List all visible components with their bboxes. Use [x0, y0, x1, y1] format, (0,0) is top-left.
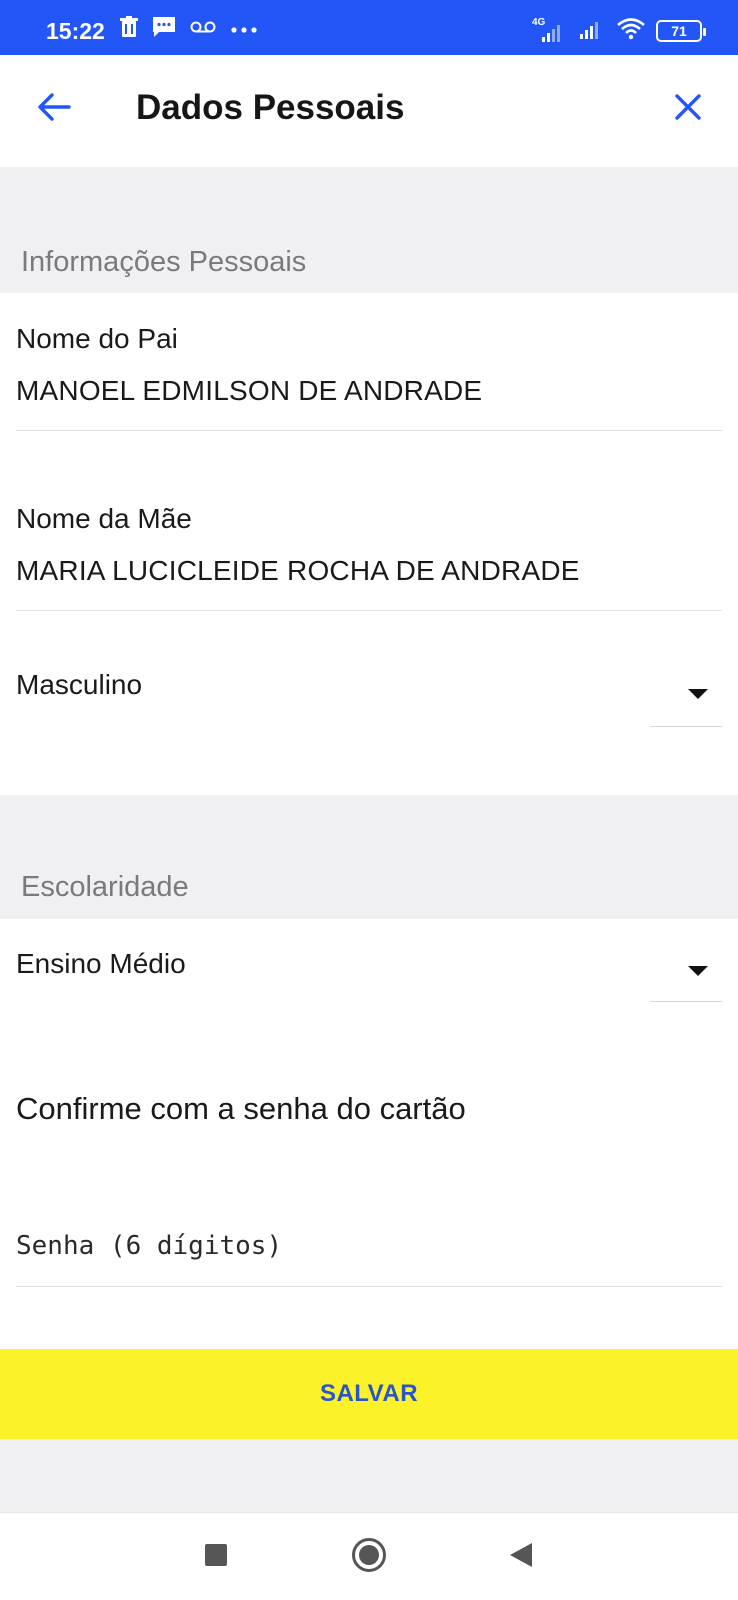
recents-square-icon[interactable] — [205, 1544, 227, 1566]
password-input[interactable] — [16, 1222, 722, 1270]
trash-icon — [120, 16, 138, 43]
signal-icon — [576, 16, 606, 45]
close-button[interactable] — [664, 85, 712, 133]
gender-select[interactable]: Masculino — [0, 653, 738, 733]
back-triangle-icon[interactable] — [510, 1543, 532, 1567]
section-title-personal-info: Informações Pessoais — [21, 246, 307, 278]
caret-down-icon — [688, 966, 708, 976]
more-dots-icon — [230, 21, 258, 39]
close-icon — [674, 93, 702, 126]
home-circle-icon[interactable] — [352, 1538, 386, 1572]
password-underline — [16, 1286, 722, 1287]
status-time: 15:22 — [46, 18, 105, 44]
status-bar: 15:22 4G 71 — [0, 0, 738, 55]
education-select[interactable]: Ensino Médio — [0, 919, 738, 1004]
select-underline — [650, 726, 722, 727]
mother-name-field[interactable]: MARIA LUCICLEIDE ROCHA DE ANDRADE — [16, 555, 580, 587]
app-bar: Dados Pessoais — [0, 55, 738, 167]
battery-icon: 71 — [656, 19, 706, 42]
mother-name-label: Nome da Mãe — [16, 503, 192, 534]
page-title: Dados Pessoais — [136, 88, 405, 127]
system-nav-bar — [0, 1512, 738, 1600]
status-notification-icons — [120, 16, 258, 43]
status-system-icons: 4G 71 — [532, 16, 706, 45]
voicemail-icon — [190, 19, 216, 40]
gender-select-value: Masculino — [16, 669, 143, 700]
education-card: Ensino Médio Confirme com a senha do car… — [0, 919, 738, 1349]
education-select-value: Ensino Médio — [16, 948, 186, 979]
arrow-left-icon — [37, 92, 71, 127]
home-circle-inner — [359, 1545, 379, 1565]
back-button[interactable] — [30, 85, 78, 133]
section-title-education: Escolaridade — [21, 871, 189, 903]
caret-down-icon — [688, 689, 708, 699]
save-button[interactable]: SALVAR — [0, 1349, 738, 1439]
signal-4g-icon: 4G — [532, 17, 566, 43]
father-name-label: Nome do Pai — [16, 323, 178, 354]
divider — [16, 610, 722, 611]
father-name-field[interactable]: MANOEL EDMILSON DE ANDRADE — [16, 375, 482, 407]
personal-info-card: Nome do Pai MANOEL EDMILSON DE ANDRADE N… — [0, 293, 738, 795]
wifi-icon — [616, 16, 646, 45]
battery-level: 71 — [671, 22, 687, 39]
select-underline — [650, 1001, 722, 1002]
confirm-password-text: Confirme com a senha do cartão — [16, 1091, 466, 1126]
divider — [16, 430, 722, 431]
message-icon — [152, 16, 176, 43]
